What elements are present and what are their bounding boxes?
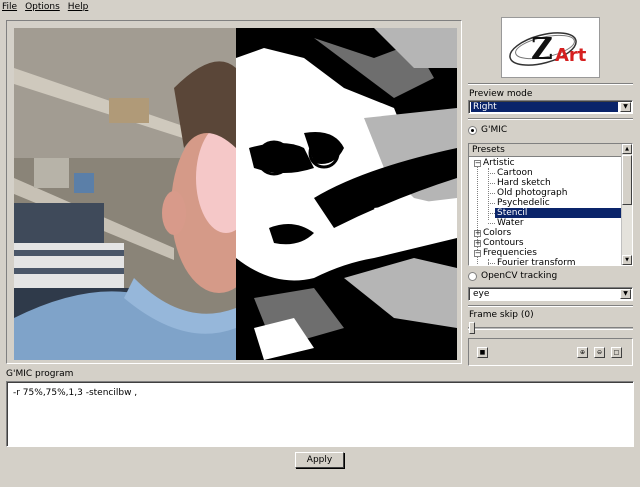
- logo-image: Z Art: [509, 32, 587, 67]
- scroll-up-icon[interactable]: ▲: [622, 144, 632, 154]
- tree-item-cartoon[interactable]: Cartoon: [497, 168, 533, 178]
- preview-mode-select[interactable]: Right ▼: [468, 100, 633, 114]
- tree-item-artistic[interactable]: Artistic: [483, 158, 515, 168]
- program-label: G'MIC program: [6, 369, 74, 379]
- divider: [468, 118, 633, 120]
- tree-item-water[interactable]: Water: [497, 218, 524, 228]
- tracking-select[interactable]: eye ▼: [468, 287, 633, 301]
- tree-item-psychedelic[interactable]: Psychedelic: [497, 198, 550, 208]
- gmic-radio-label: G'MIC: [481, 125, 508, 135]
- divider: [468, 305, 633, 307]
- tree-line: [488, 213, 495, 214]
- zoom-in-icon[interactable]: ⊕: [577, 347, 588, 358]
- tree-scrollbar[interactable]: ▲ ▼: [621, 144, 632, 265]
- expand-icon[interactable]: +: [474, 240, 481, 247]
- snapshot-icon[interactable]: ■: [477, 347, 488, 358]
- chevron-down-icon: ▼: [620, 289, 631, 299]
- gmic-radio[interactable]: [468, 126, 477, 135]
- tree-line: [488, 183, 495, 184]
- frame-skip-label: Frame skip (0): [469, 310, 534, 320]
- scroll-thumb[interactable]: [622, 155, 632, 205]
- menu-options[interactable]: Options: [25, 2, 60, 12]
- preview-frame: [6, 20, 462, 364]
- program-editor[interactable]: -r 75%,75%,1,3 -stencilbw ,: [6, 381, 634, 447]
- menu-help[interactable]: Help: [68, 2, 89, 12]
- tracking-value: eye: [473, 289, 490, 299]
- collapse-icon[interactable]: −: [474, 250, 481, 257]
- logo-letter: Z: [531, 32, 553, 67]
- tree-item-fourier[interactable]: Fourier transform: [497, 258, 576, 265]
- tree-item-stencil[interactable]: Stencil: [495, 208, 622, 218]
- preview-mode-label: Preview mode: [469, 89, 533, 99]
- tree-item-hard-sketch[interactable]: Hard sketch: [497, 178, 551, 188]
- tool-panel: ■ ⊕ ⊖ □: [468, 338, 633, 366]
- expand-icon[interactable]: +: [474, 230, 481, 237]
- opencv-radio[interactable]: [468, 272, 477, 281]
- frame-skip-track[interactable]: [468, 327, 633, 330]
- tree-item-contours[interactable]: Contours: [483, 238, 524, 248]
- tree-line: [488, 223, 495, 224]
- program-code: -r 75%,75%,1,3 -stencilbw ,: [13, 388, 138, 398]
- menu-bar: File Options Help: [0, 0, 640, 13]
- collapse-icon[interactable]: −: [474, 160, 481, 167]
- preview-mode-value: Right: [471, 102, 618, 112]
- tree-item-frequencies[interactable]: Frequencies: [483, 248, 537, 258]
- scroll-down-icon[interactable]: ▼: [622, 255, 632, 265]
- preview-image: [14, 28, 457, 360]
- divider: [468, 83, 633, 85]
- tree-line: [488, 203, 495, 204]
- opencv-radio-label: OpenCV tracking: [481, 271, 558, 281]
- zoom-fit-icon[interactable]: □: [611, 347, 622, 358]
- logo-text: Art: [555, 45, 587, 66]
- tree-line: [488, 173, 495, 174]
- presets-header: Presets: [469, 144, 632, 157]
- tree-item-colors[interactable]: Colors: [483, 228, 511, 238]
- menu-file[interactable]: File: [2, 2, 17, 12]
- tree-line: [488, 263, 495, 264]
- tree-line: [488, 193, 495, 194]
- presets-tree[interactable]: Presets − Artistic Cartoon Hard sketch O…: [468, 143, 633, 266]
- webcam-preview: [14, 28, 457, 360]
- frame-skip-handle[interactable]: [469, 322, 475, 334]
- zart-logo: Z Art: [501, 17, 600, 78]
- tree-item-old-photograph[interactable]: Old photograph: [497, 188, 567, 198]
- chevron-down-icon: ▼: [620, 102, 631, 112]
- zoom-out-icon[interactable]: ⊖: [594, 347, 605, 358]
- apply-button[interactable]: Apply: [295, 452, 344, 468]
